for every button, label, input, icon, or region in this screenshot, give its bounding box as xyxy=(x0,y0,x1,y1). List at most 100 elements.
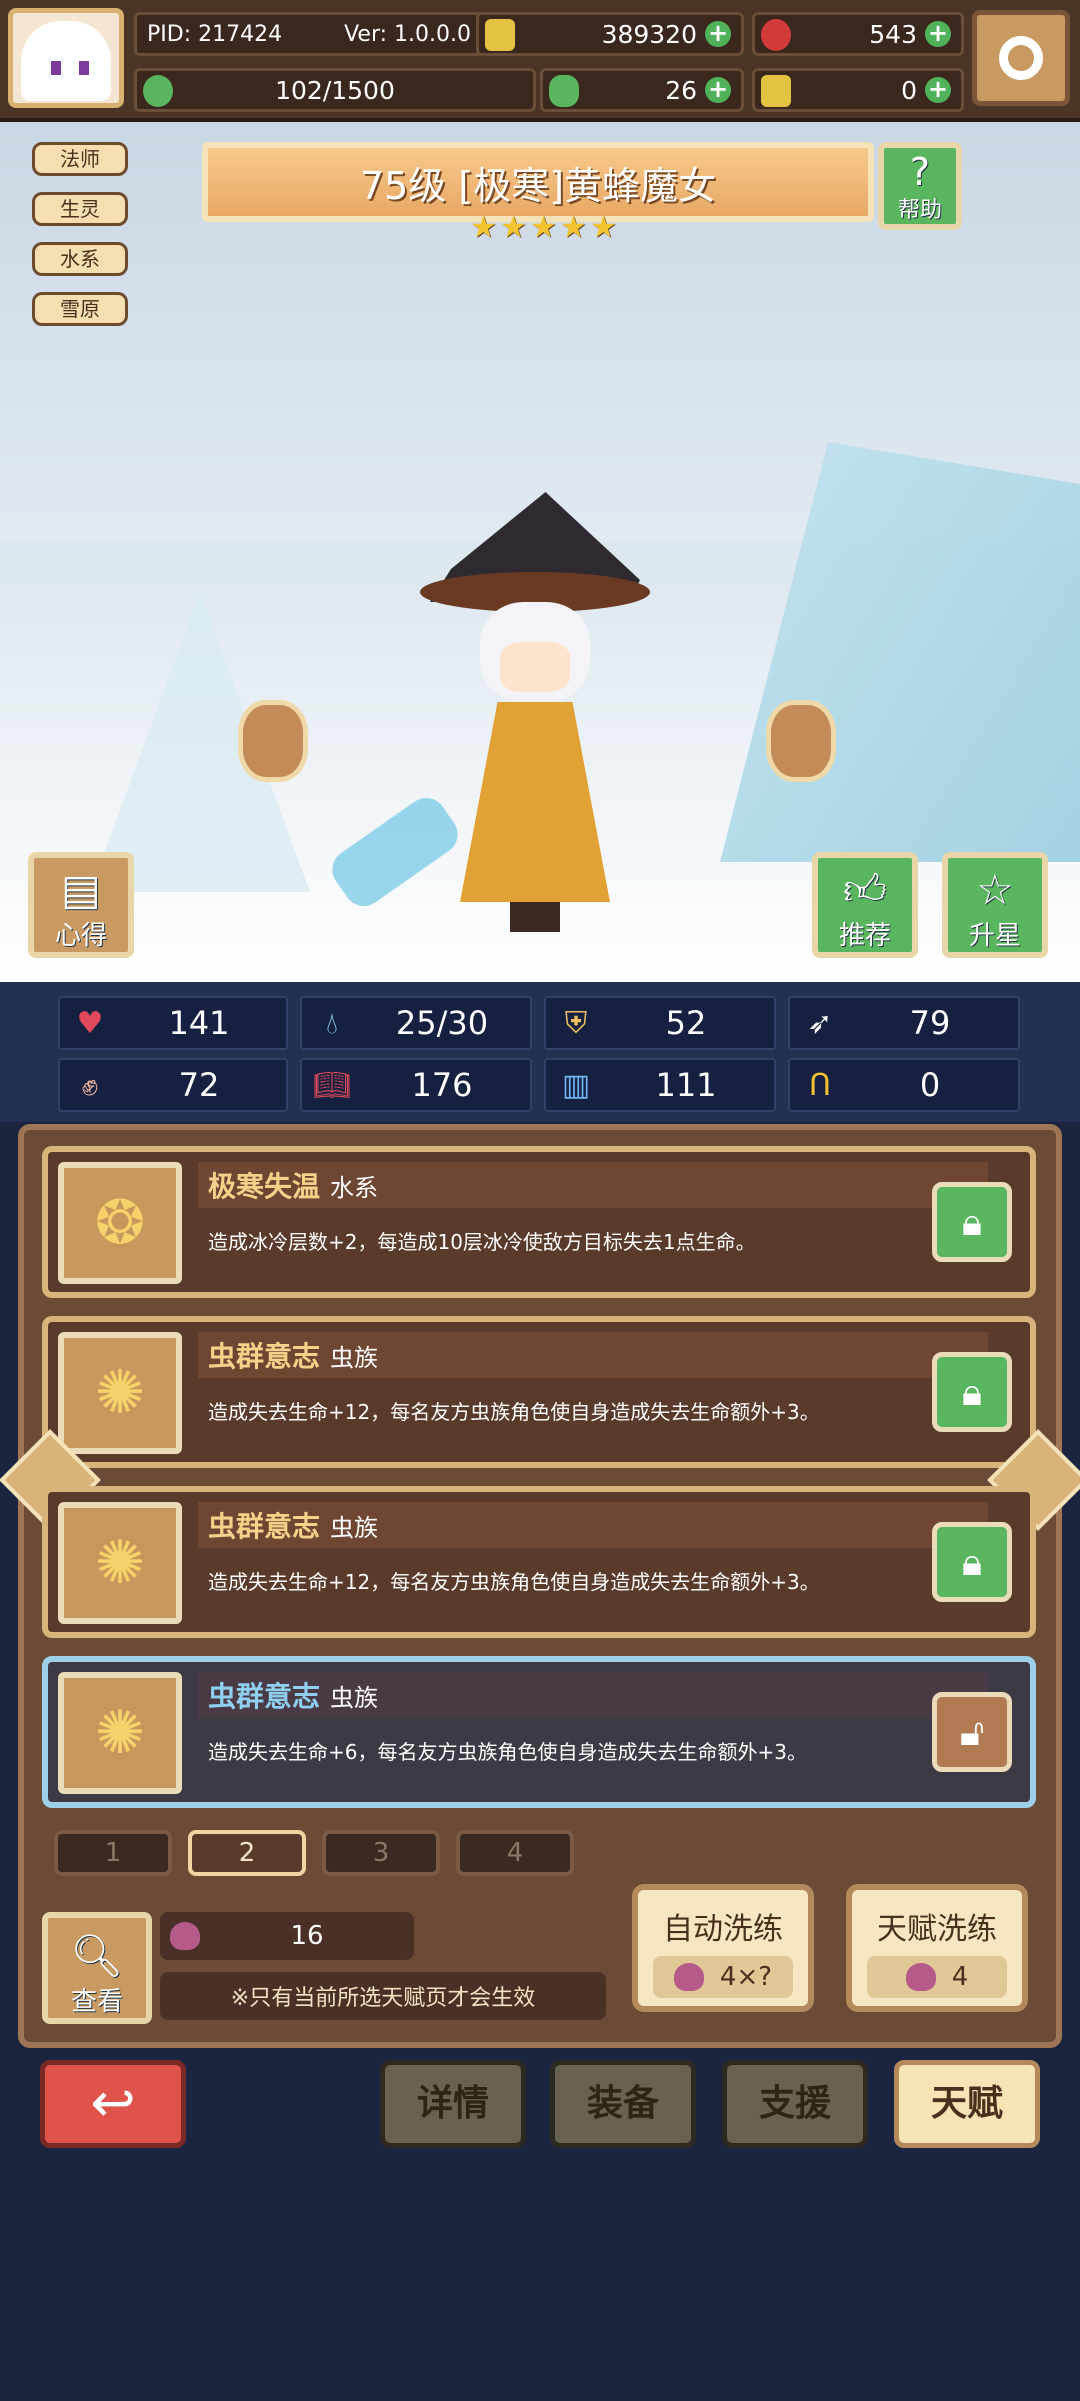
gear-icon xyxy=(999,36,1043,80)
talent-school: 虫族 xyxy=(330,1343,379,1372)
tag-water: 水系 xyxy=(32,242,128,276)
stat-skill: ▥ 111 xyxy=(544,1058,776,1112)
lock-icon: 🔒︎ xyxy=(961,1199,983,1244)
talent-wash-button[interactable]: 天赋洗练 4 xyxy=(846,1884,1028,2012)
star-icon: ★ xyxy=(560,210,587,245)
star-icon: ★ xyxy=(470,210,497,245)
talent-note: ※只有当前所选天赋页才会生效 xyxy=(160,1972,606,2020)
tag-creature: 生灵 xyxy=(32,192,128,226)
version-text: Ver: 1.0.0.0 xyxy=(344,21,471,47)
upstar-button[interactable]: ☆ 升星 xyxy=(942,852,1048,958)
nav-details[interactable]: 详情 xyxy=(380,2060,526,2148)
talent-card-3[interactable]: ✺ 虫群意志 虫族 造成失去生命+12，每名友方虫族角色使自身造成失去生命额外+3… xyxy=(42,1486,1036,1638)
next-hero-button[interactable] xyxy=(766,700,836,782)
talent-desc: 造成失去生命+12，每名友方虫族角色使自身造成失去生命额外+3。 xyxy=(208,1570,820,1594)
talent-wash-label: 天赋洗练 xyxy=(877,1912,997,1947)
tag-mage: 法师 xyxy=(32,142,128,176)
water-drop-icon: 💧︎ xyxy=(326,1005,338,1041)
add-gold-button[interactable]: + xyxy=(705,21,731,47)
heart-icon: ♥ xyxy=(76,1005,104,1041)
recommend-label: 推荐 xyxy=(838,921,891,951)
back-button[interactable]: ↩ xyxy=(40,2060,186,2148)
beetle-talent-icon: ✺ xyxy=(58,1672,182,1794)
lock-button[interactable]: 🔒︎ xyxy=(932,1352,1012,1432)
star-icon: ★ xyxy=(590,210,617,245)
gold-value: 389320 xyxy=(601,19,697,49)
lock-button[interactable]: 🔒︎ xyxy=(932,1522,1012,1602)
view-button[interactable]: 🔍︎ 查看 xyxy=(42,1912,152,2024)
talent-page-tab-4[interactable]: 4 xyxy=(456,1830,574,1876)
thumbs-up-icon: 👍︎ xyxy=(843,865,887,914)
talent-desc: 造成冰冷层数+2，每造成10层冰冷使敌方目标失去1点生命。 xyxy=(208,1230,756,1254)
lock-button[interactable]: 🔒︎ xyxy=(932,1182,1012,1262)
talent-card-2[interactable]: ✺ 虫群意志 虫族 造成失去生命+12，每名友方虫族角色使自身造成失去生命额外+3… xyxy=(42,1316,1036,1468)
hero-title: 75级 [极寒]黄蜂魔女 xyxy=(359,163,717,208)
settings-button[interactable] xyxy=(972,10,1070,106)
potion-bag-icon xyxy=(170,1922,200,1950)
lock-icon: 🔒︎ xyxy=(961,1369,983,1414)
gold-counter: 389320 + xyxy=(476,12,744,56)
prev-hero-button[interactable] xyxy=(238,700,308,782)
spellbook-icon: 📖︎ xyxy=(312,1067,352,1103)
add-gem-button[interactable]: + xyxy=(925,21,951,47)
ice-crystal xyxy=(720,442,1080,862)
hero-scene xyxy=(0,122,1080,982)
star-icon: ☆ xyxy=(976,865,1014,914)
beetle-talent-icon: ✺ xyxy=(58,1502,182,1624)
insight-label: 心得 xyxy=(54,921,107,951)
stamina-bar: 102/1500 xyxy=(134,68,536,112)
stamina-value: 102/1500 xyxy=(275,75,395,105)
key-icon xyxy=(761,75,791,107)
stat-mana: 💧︎ 25/30 xyxy=(300,996,532,1050)
upstar-label: 升星 xyxy=(968,921,1021,951)
potion-bag-icon xyxy=(905,1963,936,1991)
horseshoe-icon: Ո xyxy=(809,1067,831,1103)
star-icon: ★ xyxy=(500,210,527,245)
help-button[interactable]: ? 帮助 xyxy=(878,142,962,230)
clover-stamina-icon xyxy=(143,75,173,107)
unlock-icon: 🔓︎ xyxy=(959,1709,985,1754)
potion-bag-icon xyxy=(673,1963,704,1991)
nav-support[interactable]: 支援 xyxy=(722,2060,868,2148)
talent-card-4[interactable]: ✺ 虫群意志 虫族 造成失去生命+6，每名友方虫族角色使自身造成失去生命额外+3。… xyxy=(42,1656,1036,1808)
insight-button[interactable]: ▤ 心得 xyxy=(28,852,134,958)
lock-icon: 🔒︎ xyxy=(961,1539,983,1584)
recommend-button[interactable]: 👍︎ 推荐 xyxy=(812,852,918,958)
auto-wash-label: 自动洗练 xyxy=(663,1912,783,1947)
talent-page-tab-2[interactable]: 2 xyxy=(188,1830,306,1876)
gold-coin-icon xyxy=(485,19,515,51)
clover-value: 26 xyxy=(665,75,697,105)
tag-snowfield: 雪原 xyxy=(32,292,128,326)
add-key-button[interactable]: + xyxy=(925,77,951,103)
unlock-button[interactable]: 🔓︎ xyxy=(932,1692,1012,1772)
clover-counter: 26 + xyxy=(540,68,744,112)
talent-card-1[interactable]: ❂ 极寒失温 水系 造成冰冷层数+2，每造成10层冰冷使敌方目标失去1点生命。 🔒… xyxy=(42,1146,1036,1298)
shield-icon: ⛨ xyxy=(564,1005,588,1041)
talent-school: 水系 xyxy=(330,1173,379,1202)
nav-talent[interactable]: 天赋 xyxy=(894,2060,1040,2148)
talent-school: 虫族 xyxy=(330,1513,379,1542)
fist-icon: ✊︎ xyxy=(81,1067,99,1103)
talent-name: 虫群意志 xyxy=(208,1340,321,1373)
talent-name: 虫群意志 xyxy=(208,1680,321,1713)
talent-page-tab-3[interactable]: 3 xyxy=(322,1830,440,1876)
ruby-icon xyxy=(761,19,791,51)
hero-sprite[interactable] xyxy=(420,482,650,942)
auto-wash-button[interactable]: 自动洗练 4×? xyxy=(632,1884,814,2012)
help-label: 帮助 xyxy=(897,198,942,223)
key-counter: 0 + xyxy=(752,68,964,112)
stat-luck: Ո0 xyxy=(788,1058,1020,1112)
talent-page-tab-1[interactable]: 1 xyxy=(54,1830,172,1876)
stat-attack: ✊︎ 72 xyxy=(58,1058,288,1112)
talent-wash-cost: 4 xyxy=(951,1962,969,1992)
stat-hp: ♥ 141 xyxy=(58,996,288,1050)
beetle-talent-icon: ✺ xyxy=(58,1332,182,1454)
add-clover-button[interactable]: + xyxy=(705,77,731,103)
stat-speed: ➶ 79 xyxy=(788,996,1020,1050)
stat-defense: ⛨ 52 xyxy=(544,996,776,1050)
book-icon: ▤ xyxy=(61,865,101,914)
player-avatar[interactable] xyxy=(8,8,124,108)
question-icon: ? xyxy=(909,150,931,194)
nav-equip[interactable]: 装备 xyxy=(550,2060,696,2148)
talent-desc: 造成失去生命+12，每名友方虫族角色使自身造成失去生命额外+3。 xyxy=(208,1400,820,1424)
